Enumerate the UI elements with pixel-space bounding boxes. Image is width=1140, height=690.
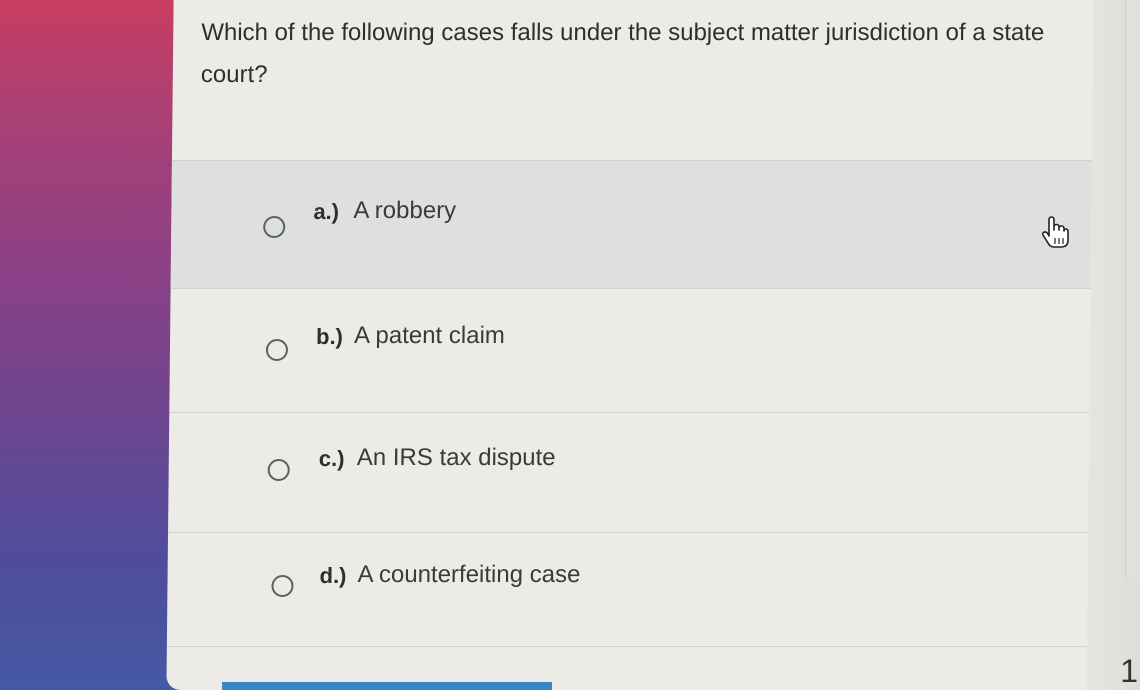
question-panel: Which of the following cases falls under…	[166, 0, 1094, 690]
option-label: A patent claim	[353, 322, 505, 349]
radio-option-a[interactable]	[263, 216, 286, 238]
question-text: Which of the following cases falls under…	[200, 19, 1045, 88]
radio-option-b[interactable]	[265, 339, 289, 361]
submit-button-edge[interactable]	[222, 682, 552, 690]
hand-pointer-icon	[1040, 216, 1070, 255]
option-b[interactable]: b.) A patent claim	[169, 288, 1091, 413]
option-letter: d.)	[319, 563, 347, 588]
option-label: A counterfeiting case	[357, 561, 581, 588]
option-c[interactable]: c.) An IRS tax dispute	[168, 412, 1090, 533]
option-label: A robbery	[353, 197, 457, 224]
option-a[interactable]: a.) A robbery	[170, 160, 1092, 289]
option-d[interactable]: d.) A counterfeiting case	[166, 532, 1089, 647]
radio-option-d[interactable]	[271, 575, 294, 597]
page-number: 1	[1120, 653, 1138, 689]
option-letter: c.)	[318, 446, 345, 471]
side-panel-edge	[1125, 0, 1140, 578]
option-letter: a.)	[313, 199, 340, 224]
option-label: An IRS tax dispute	[356, 444, 556, 471]
radio-option-c[interactable]	[267, 459, 290, 481]
option-letter: b.)	[315, 324, 344, 349]
